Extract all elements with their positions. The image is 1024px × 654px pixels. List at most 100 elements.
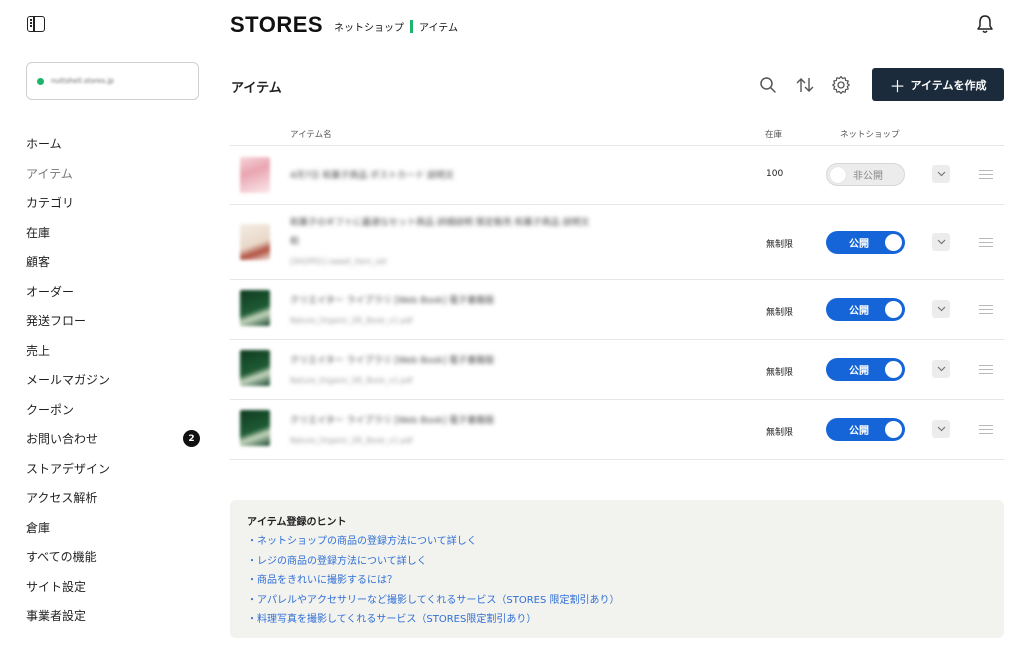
page-title: アイテム: [231, 81, 282, 96]
item-thumbnail[interactable]: [240, 290, 270, 326]
sidebar-item-label: 事業者設定: [26, 609, 87, 624]
item-registration-hints: アイテム登録のヒント ・ネットショップの商品の登録方法について詳しく ・レジの商…: [230, 500, 1004, 638]
sidebar-item-inquiries[interactable]: お問い合わせ 2: [26, 424, 200, 454]
item-title[interactable]: クリエイター ライブラリ [Web Book] 電子書籍版: [290, 353, 494, 366]
sidebar-item-label: 売上: [26, 343, 51, 358]
sidebar-item-sales[interactable]: 売上: [26, 336, 200, 366]
sidebar-item-inventory[interactable]: 在庫: [26, 218, 200, 248]
sidebar-item-label: ホーム: [26, 137, 62, 152]
stores-logo[interactable]: STORES: [230, 12, 323, 38]
publish-toggle[interactable]: 公開: [826, 231, 905, 254]
drag-handle-icon[interactable]: [979, 170, 993, 180]
sidebar-item-categories[interactable]: カテゴリ: [26, 188, 200, 218]
item-thumbnail[interactable]: [240, 410, 270, 446]
publish-status: 公開: [849, 306, 869, 317]
table-row[interactable]: 4月7日 和菓子商品 ポストカード 説明文 100 非公開: [230, 146, 1004, 205]
toggle-knob: [885, 234, 902, 251]
sidebar-item-orders[interactable]: オーダー: [26, 277, 200, 307]
publish-status: 公開: [849, 239, 869, 250]
item-subtitle: Nature_Organic_DE_Book_v1.pdf: [290, 316, 413, 325]
store-selector[interactable]: nuttshell.stores.jp: [26, 62, 199, 100]
hint-link-photography-tips[interactable]: ・商品をきれいに撮影するには？: [247, 571, 987, 591]
sidebar-item-label: アイテム: [26, 166, 73, 181]
sidebar-item-analytics[interactable]: アクセス解析: [26, 483, 200, 513]
sidebar-item-mail-magazine[interactable]: メールマガジン: [26, 365, 200, 395]
sidebar-item-label: 顧客: [26, 255, 51, 270]
item-title[interactable]: クリエイター ライブラリ [Web Book] 電子書籍版: [290, 293, 494, 306]
item-title[interactable]: クリエイター ライブラリ [Web Book] 電子書籍版: [290, 413, 494, 426]
publish-status: 非公開: [853, 171, 883, 182]
item-stock: 無制限: [766, 428, 794, 438]
toggle-knob: [885, 301, 902, 318]
column-header-stock[interactable]: 在庫: [765, 128, 782, 140]
hint-link-register-registration[interactable]: ・レジの商品の登録方法について詳しく: [247, 552, 987, 572]
sidebar-item-label: すべての機能: [26, 550, 97, 565]
chevron-down-icon[interactable]: [932, 420, 950, 438]
sidebar-item-customers[interactable]: 顧客: [26, 247, 200, 277]
hint-link-apparel-photo-service[interactable]: ・アパレルやアクセサリーなど撮影してくれるサービス（STORES 限定割引あり）: [247, 591, 987, 611]
item-subtitle: [SHOP01] sweet_item_set: [290, 257, 387, 266]
publish-toggle[interactable]: 非公開: [826, 163, 905, 186]
table-row[interactable]: クリエイター ライブラリ [Web Book] 電子書籍版 Nature_Org…: [230, 400, 1004, 460]
sidebar-item-warehouse[interactable]: 倉庫: [26, 513, 200, 543]
sidebar-item-all-features[interactable]: すべての機能: [26, 542, 200, 572]
chevron-down-icon[interactable]: [932, 300, 950, 318]
sidebar-toggle-icon[interactable]: [27, 16, 45, 32]
sidebar-item-label: アクセス解析: [26, 491, 98, 506]
sidebar-item-site-settings[interactable]: サイト設定: [26, 572, 200, 602]
drag-handle-icon[interactable]: [979, 425, 993, 435]
sidebar-item-coupons[interactable]: クーポン: [26, 395, 200, 425]
table-row[interactable]: 和菓子のギフトに最適なセット商品 詳細説明 限定販売 和菓子商品 説明文 和 […: [230, 205, 1004, 280]
sidebar-item-label: 発送フロー: [26, 314, 87, 329]
chevron-down-icon[interactable]: [932, 165, 950, 183]
breadcrumb-page: アイテム: [419, 23, 458, 34]
sort-icon[interactable]: [794, 74, 816, 96]
settings-gear-icon[interactable]: [830, 74, 852, 96]
create-item-label: アイテムを作成: [910, 78, 987, 92]
hint-link-food-photo-service[interactable]: ・料理写真を撮影してくれるサービス（STORES限定割引あり）: [247, 610, 987, 630]
publish-toggle[interactable]: 公開: [826, 418, 905, 441]
table-row[interactable]: クリエイター ライブラリ [Web Book] 電子書籍版 Nature_Org…: [230, 280, 1004, 340]
drag-handle-icon[interactable]: [979, 305, 993, 315]
sidebar-item-store-design[interactable]: ストアデザイン: [26, 454, 200, 484]
chevron-down-icon[interactable]: [932, 233, 950, 251]
column-header-netshop[interactable]: ネットショップ: [840, 128, 900, 140]
item-subtitle: Nature_Organic_DE_Book_v1.pdf: [290, 376, 413, 385]
item-thumbnail[interactable]: [240, 224, 270, 260]
item-title[interactable]: 和菓子のギフトに最適なセット商品 詳細説明 限定販売 和菓子商品 説明文: [290, 215, 589, 228]
sidebar-item-label: お問い合わせ: [26, 432, 99, 447]
store-url: nuttshell.stores.jp: [51, 77, 114, 85]
toggle-knob: [885, 421, 902, 438]
sidebar-item-label: クーポン: [26, 402, 75, 417]
item-stock: 100: [766, 169, 784, 179]
item-thumbnail[interactable]: [240, 157, 270, 193]
sidebar-item-home[interactable]: ホーム: [26, 129, 200, 159]
publish-status: 公開: [849, 366, 869, 377]
sidebar-item-label: 倉庫: [26, 520, 51, 535]
hint-link-netshop-registration[interactable]: ・ネットショップの商品の登録方法について詳しく: [247, 532, 987, 552]
notification-bell-icon[interactable]: [976, 14, 994, 34]
publish-toggle[interactable]: 公開: [826, 298, 905, 321]
toggle-knob: [830, 166, 846, 183]
chevron-down-icon[interactable]: [932, 360, 950, 378]
column-header-item-name[interactable]: アイテム名: [290, 128, 332, 140]
sidebar-item-label: 在庫: [26, 225, 51, 240]
publish-status: 公開: [849, 426, 869, 437]
sidebar-item-shipping-flow[interactable]: 発送フロー: [26, 306, 200, 336]
publish-toggle[interactable]: 公開: [826, 358, 905, 381]
breadcrumb-section: ネットショップ: [334, 23, 404, 34]
sidebar-item-label: メールマガジン: [26, 373, 111, 388]
sidebar-item-items[interactable]: アイテム: [26, 159, 200, 189]
create-item-button[interactable]: ＋ アイテムを作成: [872, 68, 1004, 101]
item-thumbnail[interactable]: [240, 350, 270, 386]
sidebar-item-label: サイト設定: [26, 579, 87, 594]
search-icon[interactable]: [757, 74, 779, 96]
item-title[interactable]: 4月7日 和菓子商品 ポストカード 説明文: [290, 168, 454, 181]
breadcrumb: ネットショップ アイテム: [334, 19, 458, 34]
item-subtitle: Nature_Organic_DE_Book_v1.pdf: [290, 436, 413, 445]
drag-handle-icon[interactable]: [979, 238, 993, 248]
sidebar-item-business-settings[interactable]: 事業者設定: [26, 601, 200, 631]
table-row[interactable]: クリエイター ライブラリ [Web Book] 電子書籍版 Nature_Org…: [230, 340, 1004, 400]
drag-handle-icon[interactable]: [979, 365, 993, 375]
plus-icon: ＋: [889, 76, 906, 96]
